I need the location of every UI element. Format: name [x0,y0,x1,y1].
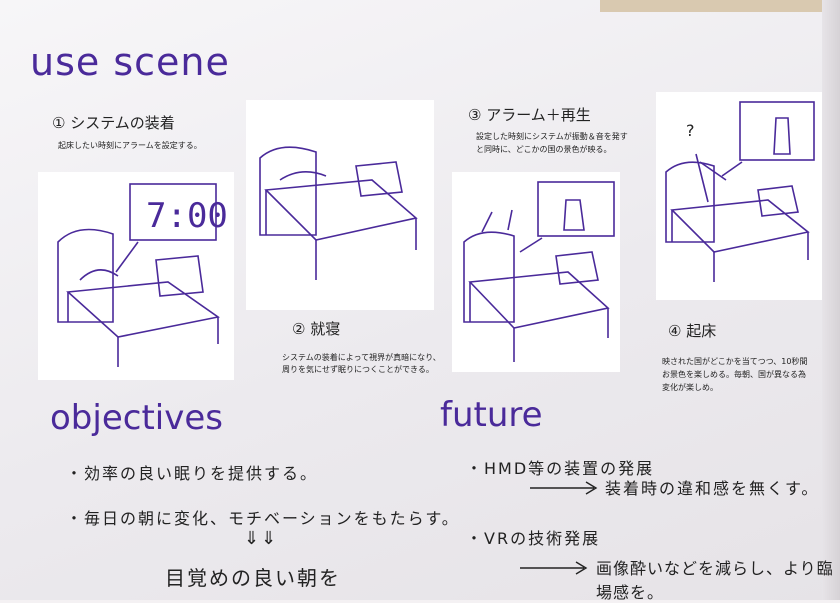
scene4-step-title: ④ 起床 [668,322,717,340]
scene4-note-line2: お景色を楽しめる。毎朝、国が異なる為 [662,370,806,379]
objective-item-2: ・毎日の朝に変化、モチベーションをもたらす。 [66,509,460,528]
scene2-note-line2: 周りを気にせず眠りにつくことができる。 [282,365,434,374]
future-item-2: ・VRの技術発展 [466,529,601,548]
clock-digits: 7:00 [146,196,228,236]
scene1-step-title: ① システムの装着 [52,114,175,132]
scene2-bed-drawing [259,146,418,280]
scene3-note-line1: 設定した時刻にシステムが振動＆音を発す [476,132,628,141]
heading-use-scene: use scene [30,40,230,84]
scene2-step-title: ② 就寝 [292,320,341,338]
scene3-note-line2: と同時に、どこかの国の景色が映る。 [476,145,612,154]
scene2-illustration [246,100,434,310]
heading-future: future [440,395,543,435]
future-item-1-result: 装着時の違和感を無くす。 [605,479,820,498]
scene3-step-title: ③ アラーム＋再生 [468,106,591,124]
paper-edge-top [600,0,840,12]
scene3-bed-drawing [463,181,615,362]
future-arrow-2 [520,561,588,575]
scene4-note-line1: 映された国がどこかを当てつつ、10秒間 [662,357,808,366]
future-item-2-result: 画像酔いなどを減らし、より臨場感を。 [596,559,834,602]
scene1-bed-drawing: 7:00 [57,183,228,367]
paper-edge-right [822,0,840,600]
scene1-illustration: 7:00 [38,172,234,380]
scene4-bed-drawing: ? [665,101,815,282]
scene4-note-line3: 変化が楽しめ。 [662,383,718,392]
objective-arrow: ⇓⇓ [244,528,279,549]
scene4-illustration: ? [656,92,822,300]
scene2-note-line1: システムの装着によって視界が真暗になり、 [282,353,441,362]
objective-conclusion: 目覚めの良い朝を [165,566,341,590]
question-mark: ? [686,121,695,140]
scene3-illustration [452,172,620,372]
objective-item-1: ・効率の良い眠りを提供する。 [66,464,319,483]
future-arrow-1 [530,481,598,495]
scene1-note: 起床したい時刻にアラームを設定する。 [58,141,202,150]
heading-objectives: objectives [50,398,223,438]
